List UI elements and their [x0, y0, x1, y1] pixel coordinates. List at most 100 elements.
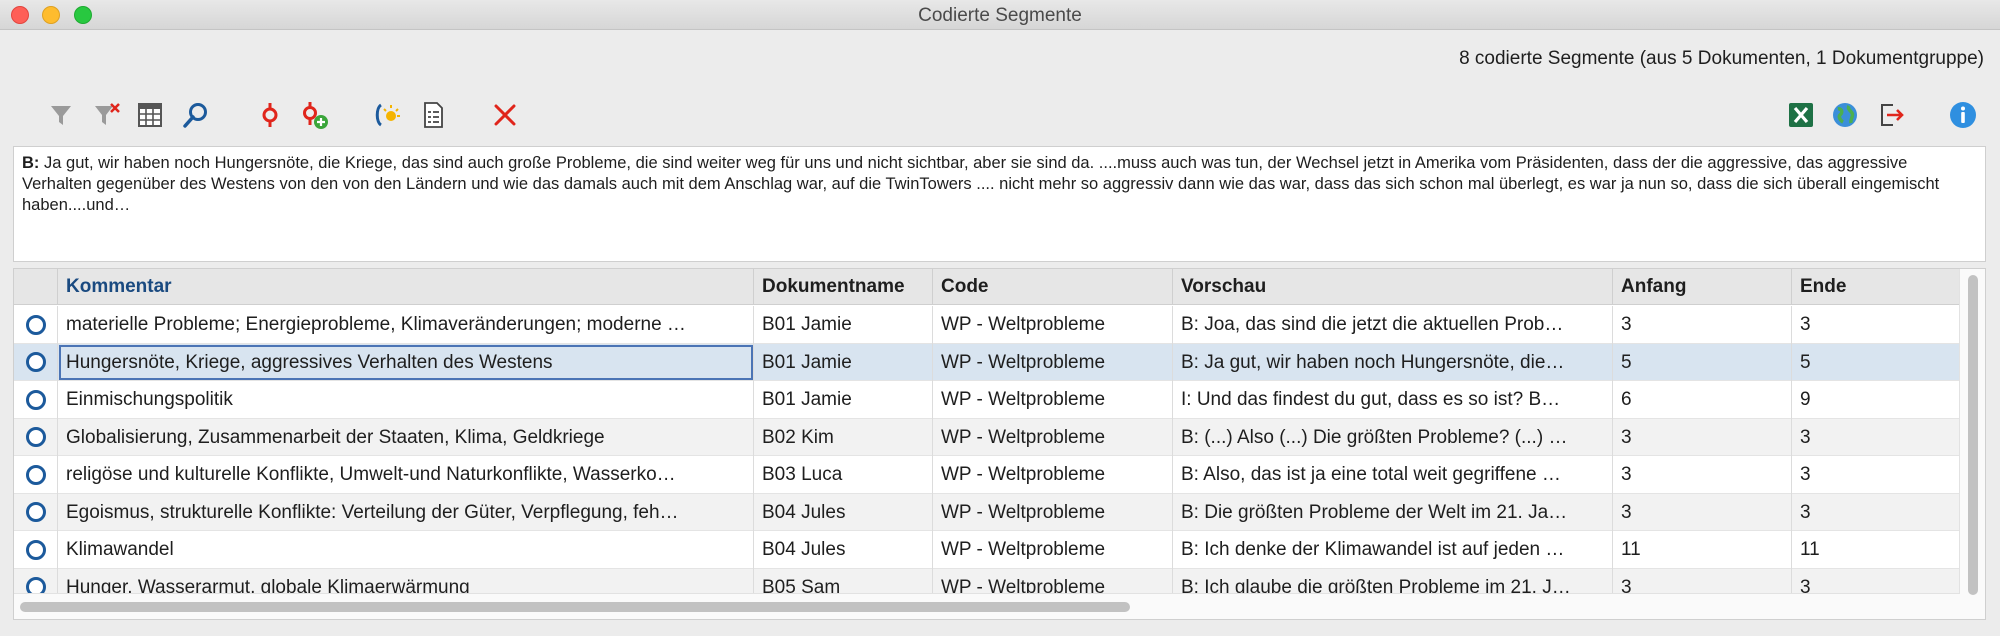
title-bar: Codierte Segmente — [0, 0, 2000, 30]
table-row-selected[interactable]: Hungersnöte, Kriege, aggressives Verhalt… — [14, 343, 1960, 381]
filter-icon — [51, 106, 71, 125]
cell-kommentar[interactable]: Einmischungspolitik — [58, 381, 754, 419]
table-row[interactable]: Klimawandel B04 Jules WP - Weltprobleme … — [14, 531, 1960, 569]
cell-anfang: 6 — [1613, 381, 1792, 419]
delete-button[interactable] — [488, 98, 522, 132]
vertical-scroll-thumb[interactable] — [1968, 275, 1978, 595]
cell-ende: 3 — [1800, 426, 1811, 448]
segment-preview[interactable]: B: Ja gut, wir haben noch Hungersnöte, d… — [13, 146, 1986, 262]
preview-speaker: B: — [22, 154, 40, 172]
filter-button[interactable] — [44, 98, 78, 132]
cell-code: WP - Weltprobleme — [933, 343, 1173, 381]
cell-code: WP - Weltprobleme — [933, 418, 1173, 456]
table-body: materielle Probleme; Energieprobleme, Kl… — [14, 306, 1960, 606]
column-header-anfang[interactable]: Anfang — [1613, 269, 1792, 305]
column-header-ende[interactable]: Ende — [1792, 269, 1960, 305]
smart-coding-button[interactable] — [369, 98, 403, 132]
html-export-button[interactable] — [1828, 98, 1862, 132]
excel-export-button[interactable] — [1784, 98, 1818, 132]
radio-circle-icon — [25, 314, 46, 335]
row-status[interactable] — [14, 381, 58, 419]
cell-anfang: 3 — [1613, 418, 1792, 456]
row-status[interactable] — [14, 493, 58, 531]
globe-icon — [1833, 103, 1857, 127]
cell-ende: 3 — [1800, 314, 1811, 335]
cell-kommentar[interactable]: materielle Probleme; Energieprobleme, Kl… — [58, 306, 754, 344]
column-header-vorschau[interactable]: Vorschau — [1173, 269, 1613, 305]
row-status[interactable] — [14, 531, 58, 569]
radio-circle-icon — [25, 539, 46, 560]
search-button[interactable] — [179, 98, 213, 132]
coded-segments-window: Codierte Segmente 8 codierte Segmente (a… — [0, 0, 2000, 636]
export-button[interactable] — [1874, 98, 1908, 132]
cell-code: WP - Weltprobleme — [933, 381, 1173, 419]
info-button[interactable] — [1946, 98, 1980, 132]
cell-vorschau: B: (...) Also (...) Die größten Probleme… — [1173, 418, 1613, 456]
cell-vorschau: B: Joa, das sind die jetzt die aktuellen… — [1173, 306, 1613, 344]
cell-dokumentname: B01 Jamie — [754, 343, 933, 381]
cell-code: WP - Weltprobleme — [933, 493, 1173, 531]
code-icon — [262, 103, 278, 127]
column-header-status[interactable] — [14, 269, 58, 305]
code-button[interactable] — [253, 98, 287, 132]
cell-dokumentname: B04 Jules — [754, 531, 933, 569]
columns-button[interactable] — [133, 98, 167, 132]
row-status[interactable] — [14, 343, 58, 381]
radio-circle-icon — [25, 427, 46, 448]
cell-ende: 9 — [1800, 389, 1811, 410]
window-title: Codierte Segmente — [918, 5, 1082, 26]
cell-vorschau: B: Also, das ist ja eine total weit gegr… — [1173, 456, 1613, 494]
table-row[interactable]: materielle Probleme; Energieprobleme, Kl… — [14, 306, 1960, 344]
horizontal-scroll-thumb[interactable] — [20, 602, 1130, 612]
row-status[interactable] — [14, 418, 58, 456]
cell-dokumentname: B04 Jules — [754, 493, 933, 531]
excel-export-icon — [1789, 103, 1813, 127]
clear-filter-icon — [95, 103, 120, 125]
cell-code: WP - Weltprobleme — [933, 306, 1173, 344]
cell-ende: 11 — [1800, 539, 1820, 560]
cell-kommentar[interactable]: Klimawandel — [58, 531, 754, 569]
cell-vorschau: B: Ja gut, wir haben noch Hungersnöte, d… — [1173, 343, 1613, 381]
vertical-scrollbar[interactable] — [1959, 269, 1985, 619]
cell-ende: 3 — [1800, 464, 1811, 485]
cell-dokumentname: B01 Jamie — [754, 306, 933, 344]
cell-kommentar[interactable]: religöse und kulturelle Konflikte, Umwel… — [58, 456, 754, 494]
column-header-dokumentname[interactable]: Dokumentname — [754, 269, 933, 305]
table-row[interactable]: Einmischungspolitik B01 Jamie WP - Weltp… — [14, 381, 1960, 419]
segments-table: Kommentar Dokumentname Code Vorschau Anf… — [13, 268, 1986, 620]
cell-anfang: 3 — [1613, 306, 1792, 344]
add-code-button[interactable] — [297, 98, 331, 132]
smart-coding-icon — [375, 103, 400, 127]
segment-summary: 8 codierte Segmente (aus 5 Dokumenten, 1… — [1459, 48, 1984, 69]
cell-kommentar[interactable]: Egoismus, strukturelle Konflikte: Vertei… — [58, 493, 754, 531]
row-status[interactable] — [14, 456, 58, 494]
cell-kommentar[interactable]: Hungersnöte, Kriege, aggressives Verhalt… — [58, 343, 754, 381]
cell-code: WP - Weltprobleme — [933, 531, 1173, 569]
table-header: Kommentar Dokumentname Code Vorschau Anf… — [14, 269, 1960, 305]
export-icon — [1881, 104, 1904, 126]
cell-dokumentname: B02 Kim — [754, 418, 933, 456]
info-icon — [1950, 102, 1976, 128]
cell-kommentar[interactable]: Globalisierung, Zusammenarbeit der Staat… — [58, 418, 754, 456]
radio-circle-icon — [25, 464, 46, 485]
search-icon — [183, 103, 207, 128]
radio-circle-icon — [25, 502, 46, 523]
delete-icon — [494, 104, 516, 126]
row-status[interactable] — [14, 306, 58, 344]
clear-filter-button[interactable] — [89, 98, 123, 132]
column-header-code[interactable]: Code — [933, 269, 1173, 305]
cell-vorschau: B: Die größten Probleme der Welt im 21. … — [1173, 493, 1613, 531]
cell-anfang: 3 — [1613, 456, 1792, 494]
overview-list-button[interactable] — [416, 98, 450, 132]
radio-circle-icon — [25, 389, 46, 410]
cell-anfang: 3 — [1613, 493, 1792, 531]
columns-icon — [138, 103, 162, 127]
table-row[interactable]: religöse und kulturelle Konflikte, Umwel… — [14, 456, 1960, 494]
cell-dokumentname: B01 Jamie — [754, 381, 933, 419]
column-header-kommentar[interactable]: Kommentar — [58, 269, 754, 305]
cell-ende: 5 — [1800, 351, 1811, 373]
horizontal-scrollbar[interactable] — [14, 593, 1960, 619]
cell-code: WP - Weltprobleme — [933, 456, 1173, 494]
table-row[interactable]: Globalisierung, Zusammenarbeit der Staat… — [14, 418, 1960, 456]
table-row[interactable]: Egoismus, strukturelle Konflikte: Vertei… — [14, 493, 1960, 531]
